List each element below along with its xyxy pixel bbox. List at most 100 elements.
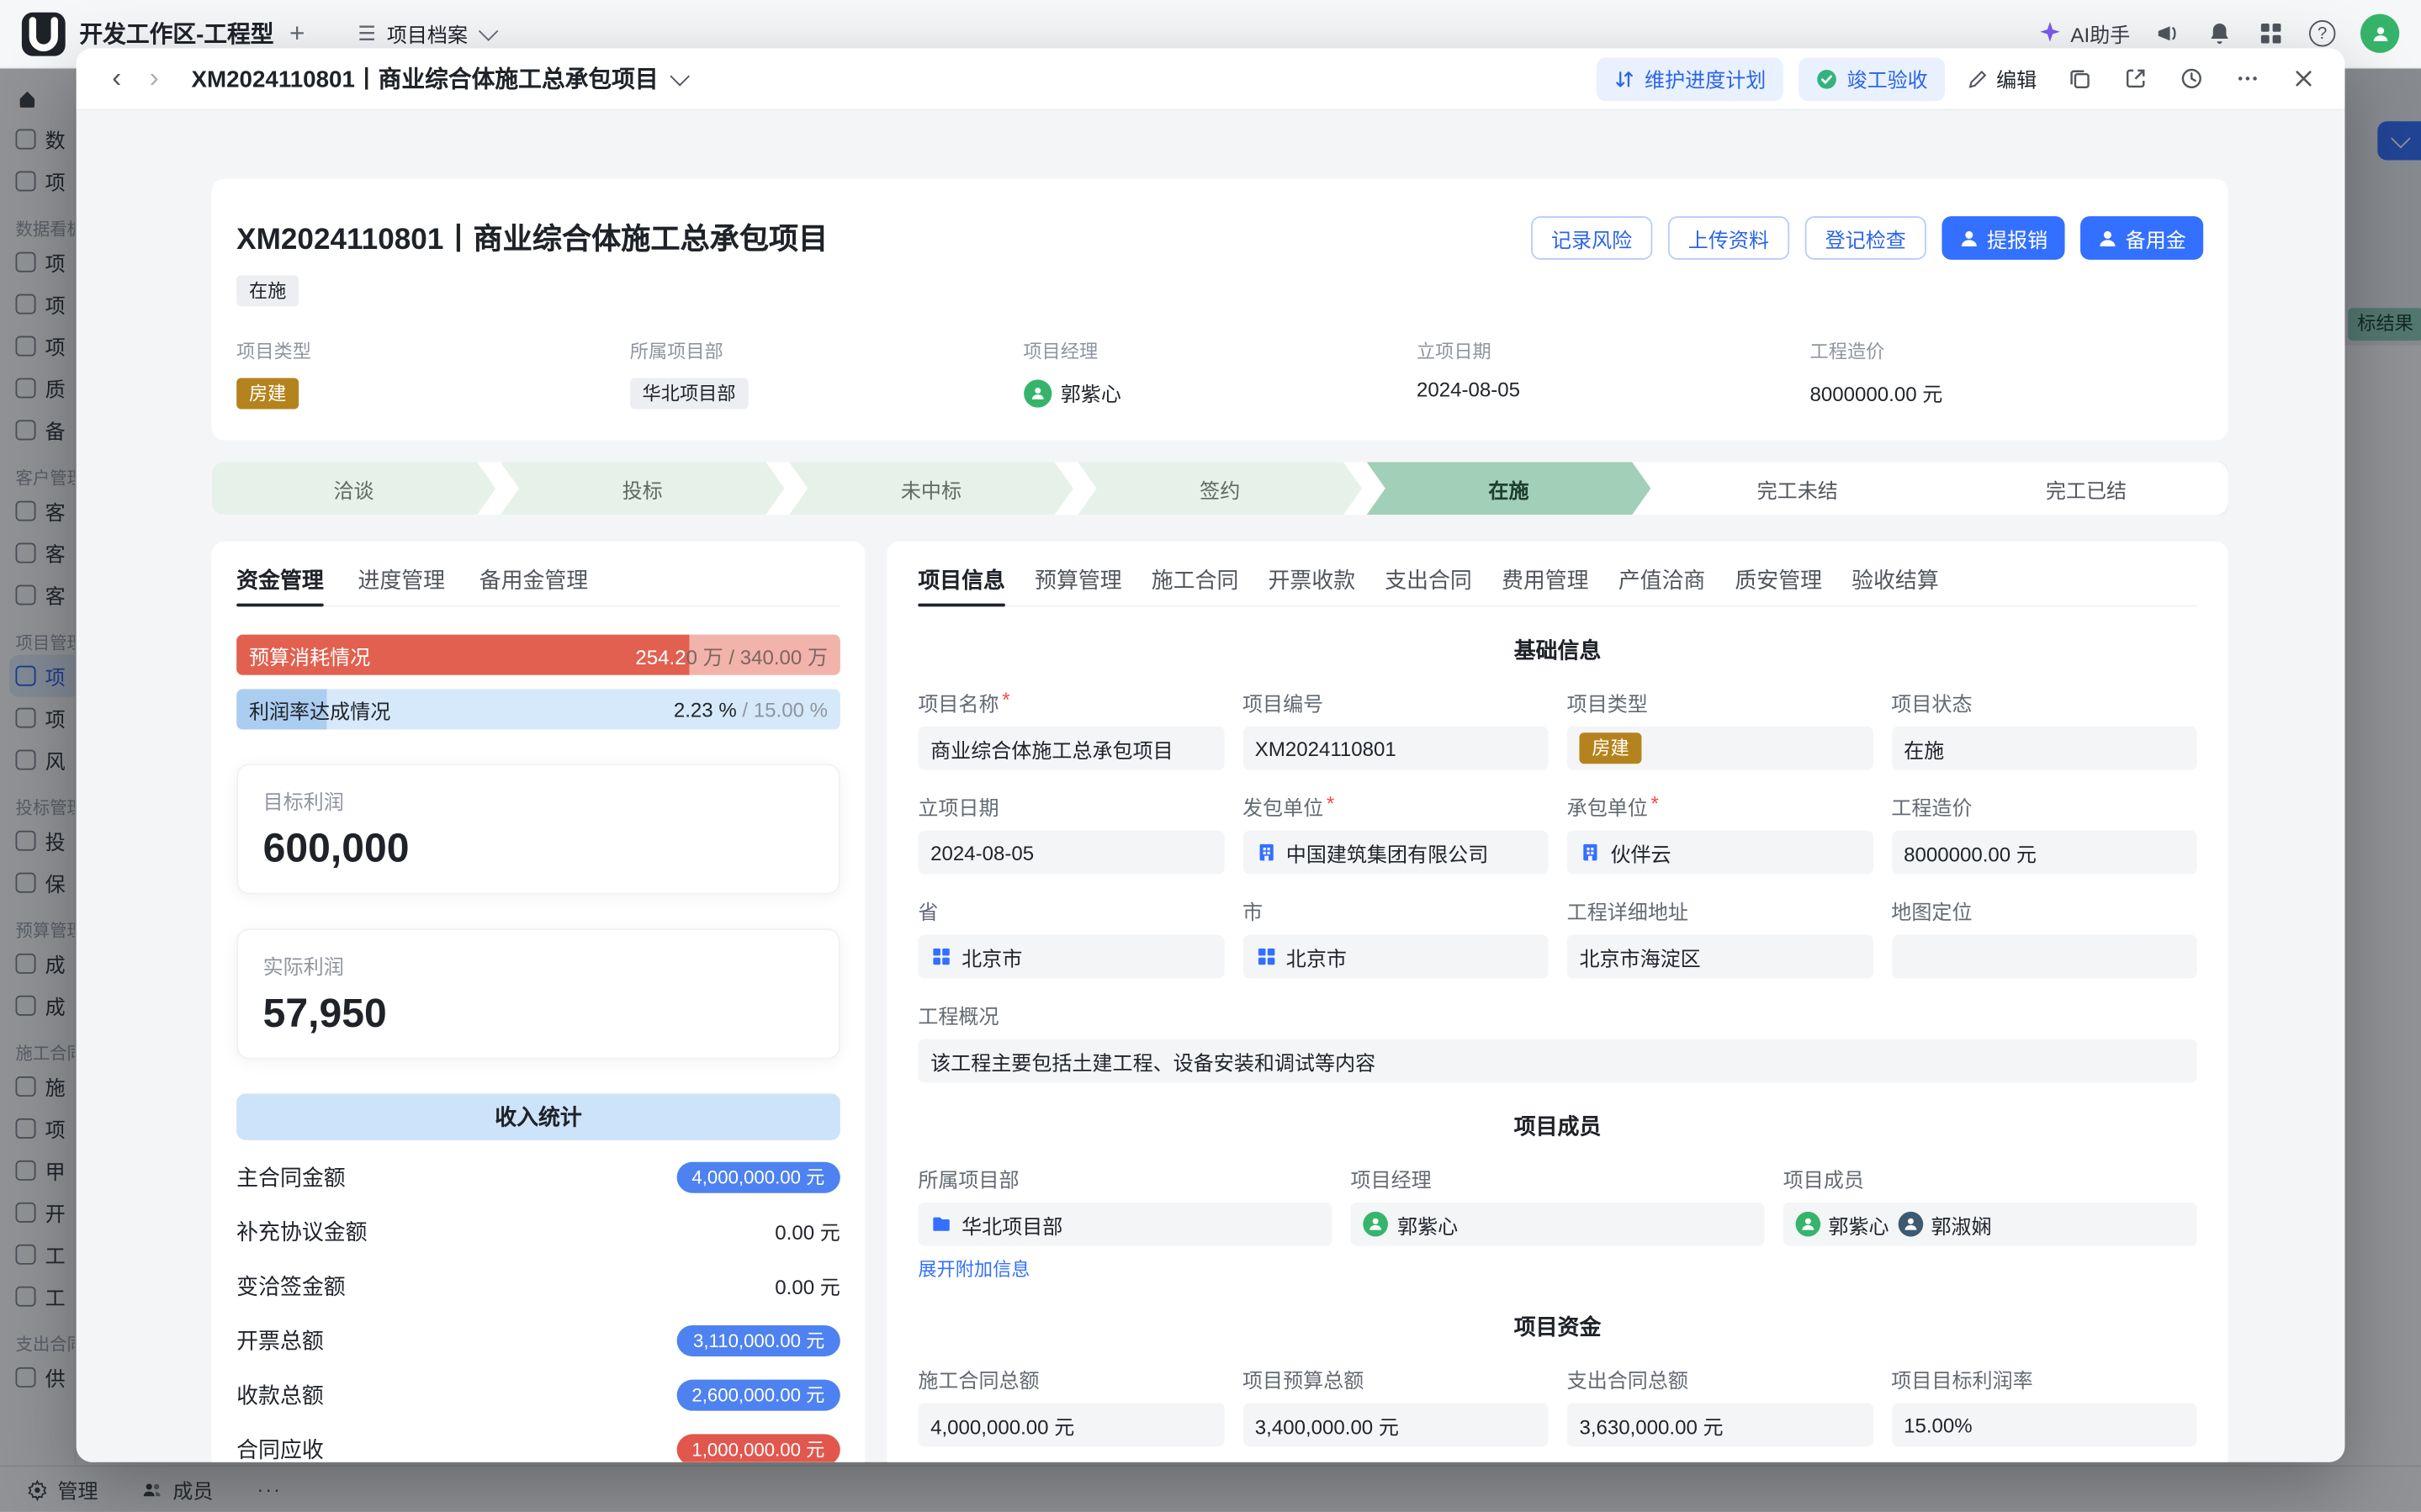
ellipsis-icon (2235, 67, 2259, 91)
income-statistics-button[interactable]: 收入统计 (236, 1093, 840, 1139)
detail-address-input[interactable]: 北京市海淀区 (1567, 935, 1873, 979)
amount-row-main-contract[interactable]: 主合同金额 4,000,000.00 元 (236, 1150, 840, 1204)
field-budget-total: 项目预算总额 3,400,000.00 元 (1242, 1364, 1548, 1446)
tab-construction-contract[interactable]: 施工合同 (1152, 560, 1239, 605)
expand-extra-info-link[interactable]: 展开附加信息 (918, 1256, 1030, 1282)
stage-item[interactable]: 完工已结 (1944, 462, 2228, 515)
tab-quality-safety[interactable]: 质安管理 (1735, 560, 1822, 605)
check-badge-icon (1816, 67, 1838, 89)
stage-item[interactable]: 洽谈 (212, 462, 496, 515)
amount-pill: 4,000,000.00 元 (676, 1161, 840, 1192)
tab-expense-contract[interactable]: 支出合同 (1385, 560, 1472, 605)
city-input[interactable]: 北京市 (1242, 935, 1548, 979)
megaphone-icon[interactable] (2155, 20, 2181, 46)
share-button[interactable] (2115, 58, 2155, 98)
stage-item[interactable]: 签约 (1078, 462, 1362, 515)
budget-total-input[interactable]: 3,400,000.00 元 (1242, 1403, 1548, 1446)
stage-item[interactable]: 完工未结 (1655, 462, 1940, 515)
profit-rate-bar: 利润率达成情况 2.23 % / 15.00 % (236, 689, 840, 729)
project-members-input[interactable]: 郭紫心 郭淑娴 (1783, 1203, 2197, 1246)
amount-rows: 主合同金额 4,000,000.00 元 补充协议金额 0.00 元 变洽签金额… (236, 1150, 840, 1462)
expense-contract-total-input[interactable]: 3,630,000.00 元 (1567, 1403, 1873, 1446)
amount-row-invoiced-total[interactable]: 开票总额 3,110,000.00 元 (236, 1313, 840, 1367)
stage-item[interactable]: 投标 (501, 462, 785, 515)
member-item: 郭紫心 (1796, 1209, 1889, 1239)
project-overview-input[interactable]: 该工程主要包括土建工程、设备安装和调试等内容 (918, 1039, 2196, 1083)
edit-button[interactable]: 编辑 (1967, 64, 2037, 93)
tab-project-archive[interactable]: ☰ 项目档案 (358, 19, 492, 48)
project-manager-input[interactable]: 郭紫心 (1351, 1203, 1765, 1246)
submit-expense-button[interactable]: 提报销 (1942, 216, 2064, 260)
tab-cost-management[interactable]: 费用管理 (1502, 560, 1589, 605)
stage-stepper: 洽谈 投标 未中标 签约 在施 完工未结 完工已结 (212, 462, 2228, 515)
tab-invoicing[interactable]: 开票收款 (1269, 560, 1356, 605)
project-type-input[interactable]: 房建 (1567, 727, 1873, 770)
copy-button[interactable] (2058, 58, 2099, 98)
pencil-icon (1967, 67, 1989, 89)
upload-files-button[interactable]: 上传资料 (1668, 216, 1789, 260)
map-location-input[interactable] (1891, 935, 2196, 979)
amount-row-receivable[interactable]: 合同应收 1,000,000.00 元 (236, 1422, 840, 1462)
start-date-input[interactable]: 2024-08-05 (918, 831, 1223, 875)
maintain-schedule-button[interactable]: 维护进度计划 (1597, 57, 1783, 101)
field-target-profit-rate: 项目目标利润率 15.00% (1891, 1364, 2196, 1446)
project-status-input[interactable]: 在施 (1891, 727, 2196, 770)
share-icon (2123, 67, 2147, 91)
stage-item[interactable]: 未中标 (789, 462, 1073, 515)
completion-acceptance-button[interactable]: 竣工验收 (1799, 57, 1945, 101)
ai-assistant-button[interactable]: AI助手 (2037, 19, 2131, 48)
amount-row-received-total[interactable]: 收款总额 2,600,000.00 元 (236, 1367, 840, 1422)
province-input[interactable]: 北京市 (918, 935, 1223, 979)
owner-org-input[interactable]: 中国建筑集团有限公司 (1242, 831, 1548, 875)
app-logo[interactable] (22, 12, 66, 56)
tab-output-negotiation[interactable]: 产值洽商 (1618, 560, 1706, 605)
contractor-org-input[interactable]: 伙伴云 (1567, 831, 1873, 875)
user-avatar[interactable] (2360, 14, 2399, 53)
add-icon[interactable]: + (289, 20, 305, 46)
field-owner-org: 发包单位* 中国建筑集团有限公司 (1242, 791, 1548, 874)
amount-row-change-orders[interactable]: 变洽签金额 0.00 元 (236, 1258, 840, 1313)
close-button[interactable] (2283, 58, 2323, 98)
project-name-input[interactable]: 商业综合体施工总承包项目 (918, 727, 1223, 770)
required-mark: * (1651, 791, 1659, 821)
apps-icon[interactable] (2258, 20, 2284, 46)
project-title: XM2024110801丨商业综合体施工总承包项目 (236, 216, 828, 258)
section-project-funds: 项目资金 (918, 1311, 2196, 1342)
clock-icon (2180, 67, 2203, 91)
register-inspection-button[interactable]: 登记检查 (1805, 216, 1926, 260)
tab-acceptance-settlement[interactable]: 验收结算 (1852, 560, 1939, 605)
project-code-input[interactable]: XM2024110801 (1242, 727, 1548, 770)
field-project-cost: 工程造价 8000000.00 元 (1810, 337, 2204, 409)
history-button[interactable] (2170, 58, 2211, 98)
construction-contract-total-input[interactable]: 4,000,000.00 元 (918, 1403, 1223, 1446)
record-title-dropdown[interactable]: XM2024110801丨商业综合体施工总承包项目 (192, 62, 686, 95)
tab-project-info[interactable]: 项目信息 (918, 560, 1005, 605)
logo-u-icon (22, 12, 66, 56)
more-button[interactable] (2227, 58, 2267, 98)
stage-item-current[interactable]: 在施 (1367, 462, 1651, 515)
help-icon[interactable]: ? (2309, 20, 2335, 46)
project-key-fields: 项目类型 房建 所属项目部 华北项目部 项目经理 郭紫心 (236, 337, 2203, 409)
tab-progress-management[interactable]: 进度管理 (358, 560, 445, 605)
avatar (1363, 1212, 1388, 1237)
petty-cash-button[interactable]: 备用金 (2080, 216, 2203, 260)
project-cost-input[interactable]: 8000000.00 元 (1891, 831, 2196, 875)
chevron-down-icon (478, 21, 498, 41)
amount-row-supplement[interactable]: 补充协议金额 0.00 元 (236, 1204, 840, 1259)
department-input[interactable]: 华北项目部 (918, 1203, 1332, 1246)
record-risk-button[interactable]: 记录风险 (1531, 216, 1652, 260)
copy-icon (2067, 67, 2090, 91)
tab-budget[interactable]: 预算管理 (1035, 560, 1122, 605)
forward-button[interactable]: › (135, 60, 172, 97)
bell-icon[interactable] (2206, 20, 2233, 46)
tab-petty-cash-management[interactable]: 备用金管理 (479, 560, 588, 605)
building-icon (1579, 842, 1601, 864)
field-project-overview: 工程概况 该工程主要包括土建工程、设备安装和调试等内容 (918, 1000, 2196, 1082)
back-button[interactable]: ‹ (98, 60, 135, 97)
field-contractor-org: 承包单位* 伙伴云 (1567, 791, 1873, 874)
target-profit-rate-input[interactable]: 15.00% (1891, 1403, 2196, 1446)
field-project-type: 项目类型 房建 (236, 337, 630, 409)
tab-funds-management[interactable]: 资金管理 (236, 560, 324, 605)
amount-pill: 2,600,000.00 元 (676, 1379, 840, 1410)
field-construction-contract-total: 施工合同总额 4,000,000.00 元 (918, 1364, 1223, 1446)
